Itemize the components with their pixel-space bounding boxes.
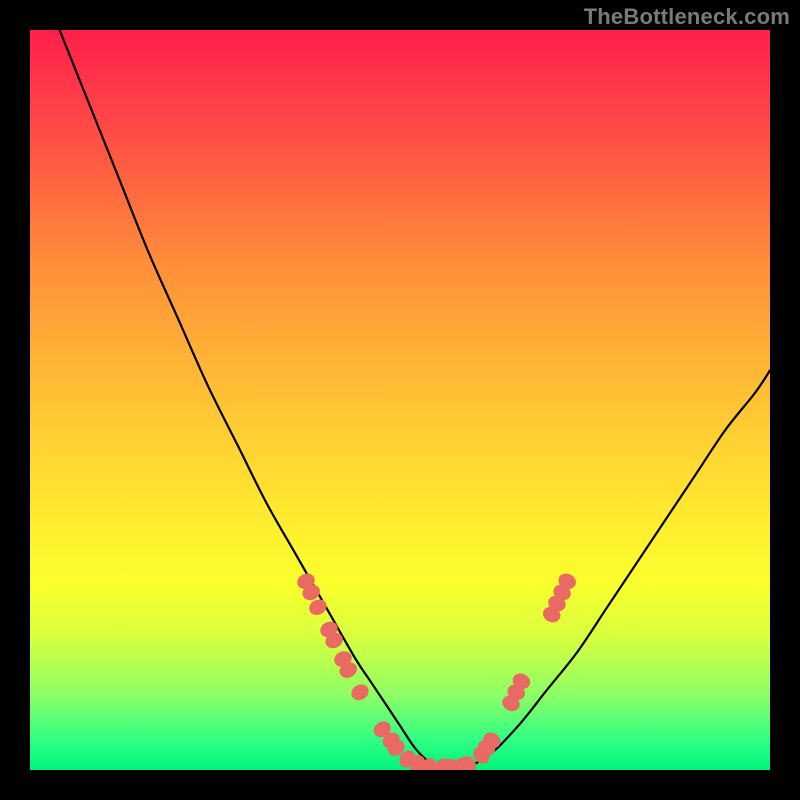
bottleneck-curve: [60, 30, 770, 770]
bottleneck-curve-svg: [30, 30, 770, 770]
watermark-text: TheBottleneck.com: [584, 4, 790, 30]
plot-area: [30, 30, 770, 770]
data-markers: [295, 571, 579, 770]
data-marker: [348, 681, 371, 703]
chart-frame: TheBottleneck.com: [0, 0, 800, 800]
